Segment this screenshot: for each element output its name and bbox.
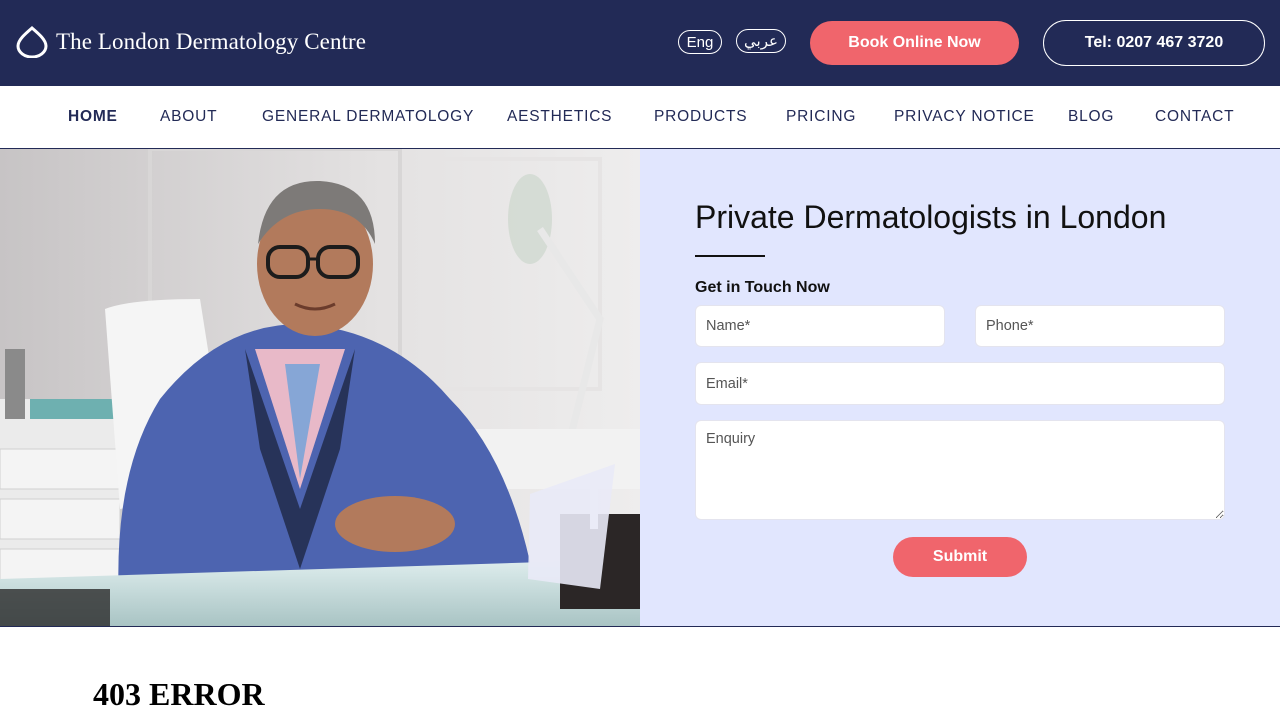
- nav-general-dermatology[interactable]: GENERAL DERMATOLOGY: [262, 108, 474, 126]
- droplet-logo-icon: [16, 26, 48, 58]
- nav-products[interactable]: PRODUCTS: [654, 108, 747, 126]
- telephone-button[interactable]: Tel: 0207 467 3720: [1043, 20, 1265, 66]
- main-navigation: HOME ABOUT GENERAL DERMATOLOGY AESTHETIC…: [0, 86, 1280, 149]
- dermatologist-photo: [0, 149, 640, 626]
- hero-section: Private Dermatologists in London Get in …: [0, 149, 1280, 627]
- nav-about[interactable]: ABOUT: [160, 108, 217, 126]
- submit-button[interactable]: Submit: [893, 537, 1027, 577]
- logo[interactable]: The London Dermatology Centre: [16, 26, 366, 58]
- book-online-button[interactable]: Book Online Now: [810, 21, 1019, 65]
- language-english-button[interactable]: Eng: [678, 30, 722, 54]
- nav-aesthetics[interactable]: AESTHETICS: [507, 108, 612, 126]
- error-heading: 403 ERROR: [93, 676, 265, 712]
- nav-pricing[interactable]: PRICING: [786, 108, 856, 126]
- form-heading: Get in Touch Now: [695, 279, 830, 296]
- nav-privacy-notice[interactable]: PRIVACY NOTICE: [894, 108, 1035, 126]
- contact-panel: Private Dermatologists in London Get in …: [640, 149, 1280, 626]
- enquiry-field[interactable]: [695, 420, 1225, 520]
- nav-home[interactable]: HOME: [68, 108, 118, 126]
- nav-contact[interactable]: CONTACT: [1155, 108, 1234, 126]
- phone-field[interactable]: [975, 305, 1225, 347]
- email-field[interactable]: [695, 362, 1225, 405]
- language-arabic-button[interactable]: عربي: [736, 29, 786, 53]
- logo-text: The London Dermatology Centre: [56, 29, 367, 54]
- nav-blog[interactable]: BLOG: [1068, 108, 1114, 126]
- title-divider: [695, 255, 765, 257]
- hero-title: Private Dermatologists in London: [695, 199, 1167, 235]
- site-header: The London Dermatology Centre Eng عربي B…: [0, 0, 1280, 86]
- name-field[interactable]: [695, 305, 945, 347]
